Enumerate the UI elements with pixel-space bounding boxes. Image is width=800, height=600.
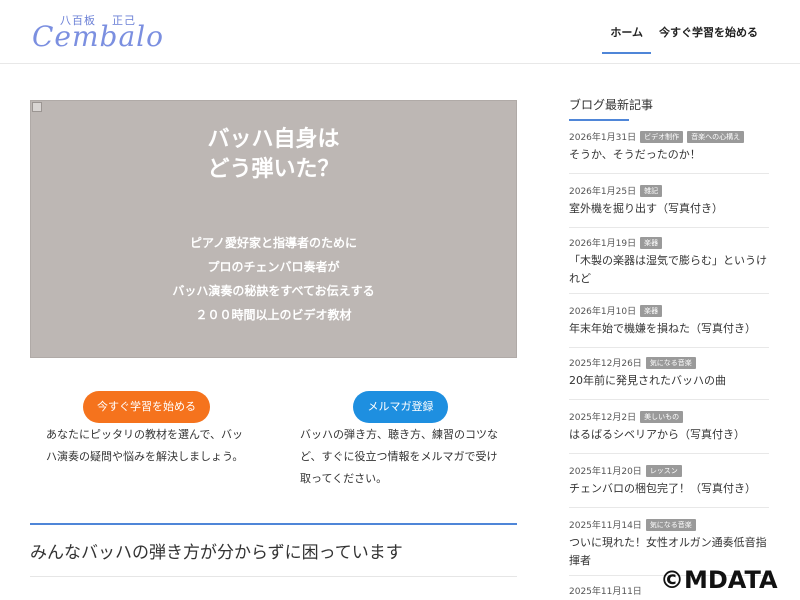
post-meta: 2026年1月19日 楽器 bbox=[569, 236, 769, 249]
section-title: みんなバッハの弾き方が分からずに困っています bbox=[30, 543, 403, 563]
start-learning-description: あなたにピッタリの教材を選んで、バッハ演奏の疑問や悩みを解決しましょう。 bbox=[46, 428, 244, 463]
nav-start-learning[interactable]: 今すぐ学習を始める bbox=[651, 22, 766, 54]
post-date: 2026年1月19日 bbox=[569, 239, 637, 249]
post-title[interactable]: はるばるシベリアから（写真付き） bbox=[569, 426, 769, 444]
post-category-badge[interactable]: 音楽への心構え bbox=[687, 130, 745, 143]
post-meta: 2026年1月31日 ビデオ制作 音楽への心構え bbox=[569, 130, 769, 143]
post-date: 2026年1月25日 bbox=[569, 187, 637, 197]
watermark: ©MDATA bbox=[660, 566, 778, 594]
post-category-badge[interactable]: 美しいもの bbox=[640, 410, 684, 423]
hero-title: バッハ自身は どう弾いた？ bbox=[31, 125, 516, 185]
sidebar-heading-accent bbox=[569, 119, 629, 121]
post-title[interactable]: 20年前に発見されたバッハの曲 bbox=[569, 372, 769, 390]
blog-post-item[interactable]: 2026年1月31日 ビデオ制作 音楽への心構えそうか、そうだったのか！ bbox=[569, 130, 769, 174]
post-date: 2026年1月10日 bbox=[569, 307, 637, 317]
hero-line: バッハ演奏の秘訣をすべてお伝えする bbox=[172, 284, 375, 298]
post-meta: 2026年1月25日 雑記 bbox=[569, 184, 769, 197]
blog-post-item[interactable]: 2025年12月2日 美しいものはるばるシベリアから（写真付き） bbox=[569, 410, 769, 454]
start-learning-button[interactable]: 今すぐ学習を始める bbox=[83, 391, 210, 423]
hero-line: プロのチェンバロ奏者が bbox=[207, 260, 340, 274]
post-date: 2025年12月26日 bbox=[569, 359, 642, 369]
site-header: 八百板 正己 Cembalo ホーム 今すぐ学習を始める bbox=[0, 0, 800, 64]
post-title[interactable]: 年末年始で機嫌を損ねた（写真付き） bbox=[569, 320, 769, 338]
blog-post-item[interactable]: 2026年1月19日 楽器「木製の楽器は湿気で膨らむ」というけれど bbox=[569, 236, 769, 294]
main-nav: ホーム 今すぐ学習を始める bbox=[602, 22, 766, 54]
hero-line: ピアノ愛好家と指導者のために bbox=[190, 236, 357, 250]
post-category-badge[interactable]: 気になる音楽 bbox=[645, 518, 696, 531]
nav-home[interactable]: ホーム bbox=[602, 22, 651, 54]
sidebar: ブログ最新記事 bbox=[569, 96, 769, 119]
post-date: 2026年1月31日 bbox=[569, 133, 637, 143]
broken-image-icon bbox=[32, 102, 42, 112]
post-category-badge[interactable]: 雑記 bbox=[640, 184, 663, 197]
section-divider bbox=[30, 523, 517, 525]
blog-post-item[interactable]: 2025年11月20日 レッスンチェンバロの梱包完了！（写真付き） bbox=[569, 464, 769, 508]
post-title[interactable]: 室外機を掘り出す（写真付き） bbox=[569, 200, 769, 218]
site-logo[interactable]: 八百板 正己 Cembalo bbox=[32, 12, 163, 53]
logo-script: Cembalo bbox=[32, 20, 164, 53]
post-category-badge[interactable]: 楽器 bbox=[640, 304, 663, 317]
post-category-badge[interactable]: 楽器 bbox=[640, 236, 663, 249]
hero-title-line1: バッハ自身は bbox=[207, 127, 340, 152]
post-title[interactable]: チェンバロの梱包完了！（写真付き） bbox=[569, 480, 769, 498]
post-title[interactable]: そうか、そうだったのか！ bbox=[569, 146, 769, 164]
post-date: 2025年11月14日 bbox=[569, 521, 642, 531]
post-meta: 2026年1月10日 楽器 bbox=[569, 304, 769, 317]
post-date: 2025年11月11日 bbox=[569, 587, 642, 597]
post-meta: 2025年12月26日 気になる音楽 bbox=[569, 356, 769, 369]
hero-line: ２００時間以上のビデオ教材 bbox=[195, 308, 352, 322]
hero-description: ピアノ愛好家と指導者のために プロのチェンバロ奏者が バッハ演奏の秘訣をすべてお… bbox=[31, 231, 516, 327]
post-category-badge[interactable]: レッスン bbox=[645, 464, 682, 477]
post-date: 2025年12月2日 bbox=[569, 413, 637, 423]
post-meta: 2025年11月20日 レッスン bbox=[569, 464, 769, 477]
blog-post-item[interactable]: 2026年1月10日 楽器年末年始で機嫌を損ねた（写真付き） bbox=[569, 304, 769, 348]
blog-post-item[interactable]: 2026年1月25日 雑記室外機を掘り出す（写真付き） bbox=[569, 184, 769, 228]
blog-post-item[interactable]: 2025年12月26日 気になる音楽 20年前に発見されたバッハの曲 bbox=[569, 356, 769, 400]
post-category-badge[interactable]: ビデオ制作 bbox=[640, 130, 684, 143]
hero-banner: バッハ自身は どう弾いた？ ピアノ愛好家と指導者のために プロのチェンバロ奏者が… bbox=[30, 100, 517, 358]
post-meta: 2025年11月14日 気になる音楽 bbox=[569, 518, 769, 531]
post-title[interactable]: ついに現れた！女性オルガン通奏低音指揮者 bbox=[569, 534, 769, 570]
hero-title-line2: どう弾いた？ bbox=[207, 157, 340, 182]
post-meta: 2025年12月2日 美しいもの bbox=[569, 410, 769, 423]
post-category-badge[interactable]: 気になる音楽 bbox=[645, 356, 696, 369]
section-underline bbox=[30, 576, 517, 577]
sidebar-heading: ブログ最新記事 bbox=[569, 98, 654, 112]
post-title[interactable]: 「木製の楽器は湿気で膨らむ」というけれど bbox=[569, 252, 769, 288]
newsletter-description: バッハの弾き方、聴き方、練習のコツなど、すぐに役立つ情報をメルマガで受け取ってく… bbox=[300, 428, 498, 485]
post-date: 2025年11月20日 bbox=[569, 467, 642, 477]
newsletter-signup-button[interactable]: メルマガ登録 bbox=[353, 391, 448, 423]
